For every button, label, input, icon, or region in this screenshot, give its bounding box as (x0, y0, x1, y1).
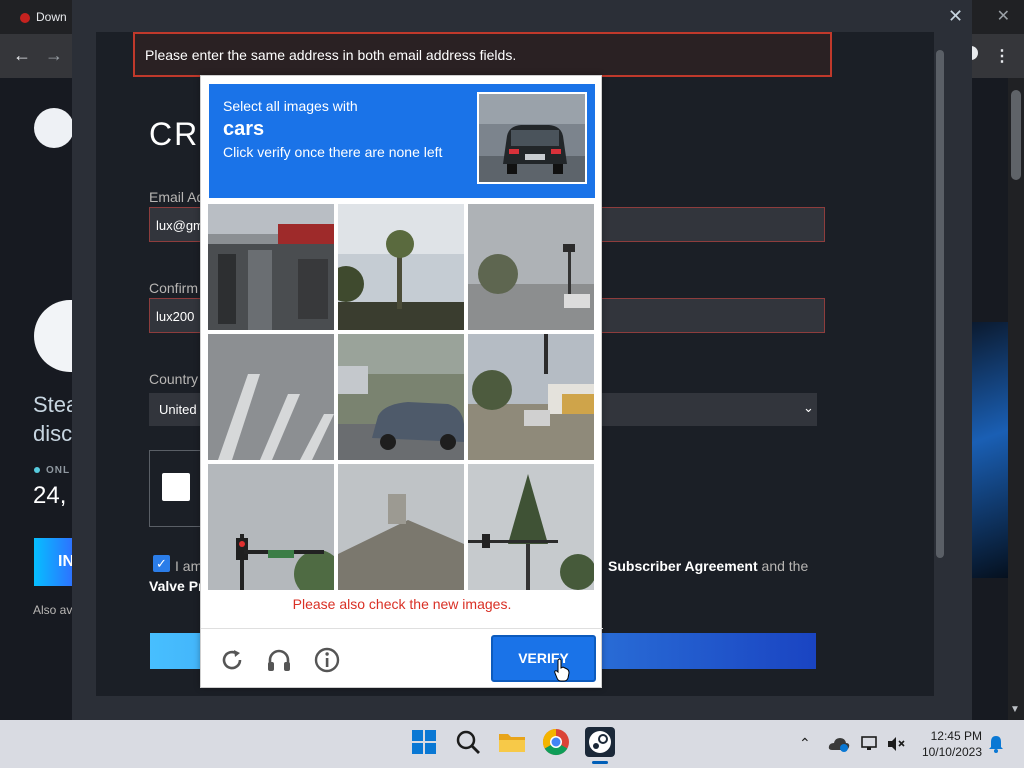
privacy-policy-link[interactable]: Valve Pr (149, 578, 204, 594)
image-tile-1[interactable] (208, 204, 334, 330)
agree-checkbox[interactable]: ✓ (153, 555, 170, 572)
forward-button[interactable]: → (44, 45, 64, 66)
email-mismatch-error: Please enter the same address in both em… (133, 32, 832, 77)
sample-image (477, 92, 587, 184)
recaptcha-header: Select all images with cars Click verify… (209, 84, 595, 198)
back-button[interactable]: ← (12, 45, 32, 66)
tab-title: Down (36, 10, 67, 24)
start-icon[interactable] (408, 726, 440, 758)
search-icon[interactable] (452, 726, 484, 758)
active-app-indicator (592, 761, 608, 764)
email-label: Email Ad (149, 189, 205, 205)
recaptcha-error-message: Please also check the new images. (292, 596, 512, 612)
recaptcha-footer-divider (201, 628, 603, 629)
online-count: 24, (33, 482, 67, 509)
volume-icon[interactable] (886, 735, 906, 753)
recaptcha-challenge: Select all images with cars Click verify… (200, 75, 603, 688)
online-label: ONL (46, 465, 71, 476)
captcha-checkbox[interactable] (162, 473, 190, 501)
info-icon[interactable] (313, 646, 341, 674)
steam-logo-icon[interactable] (34, 108, 74, 148)
target-object: cars (223, 118, 265, 140)
modal-close-button[interactable]: ✕ (948, 6, 963, 27)
steam-icon[interactable] (584, 726, 616, 758)
modal-scrollbar-thumb[interactable] (936, 50, 944, 558)
scroll-down-arrow-icon[interactable]: ▼ (1010, 704, 1020, 715)
page-scrollbar-thumb[interactable] (1011, 90, 1021, 180)
image-tile-2[interactable] (338, 204, 464, 330)
image-tile-4[interactable] (208, 334, 334, 460)
onedrive-icon[interactable] (828, 736, 850, 752)
subscriber-agreement-link[interactable]: Subscriber Agreement (608, 558, 758, 574)
agree-text-prefix: I am (175, 558, 203, 574)
image-tile-9[interactable] (468, 464, 594, 590)
tab-favicon-icon (20, 12, 30, 23)
verify-button[interactable]: VERIFY (491, 635, 596, 682)
image-tile-5[interactable] (338, 334, 464, 460)
promo-image (972, 322, 1008, 578)
audio-challenge-icon[interactable] (265, 646, 293, 674)
image-tile-6[interactable] (468, 334, 594, 460)
clock-date[interactable]: 10/10/2023 (916, 745, 982, 759)
chevron-down-icon[interactable]: ⌄ (803, 400, 814, 416)
image-tile-7[interactable] (208, 464, 334, 590)
confirm-email-label: Confirm (149, 280, 199, 296)
country-label: Country (149, 371, 199, 387)
hand-cursor-icon (554, 658, 570, 682)
install-steam-button[interactable]: IN (34, 538, 72, 586)
image-tile-8[interactable] (338, 464, 464, 590)
instruction-line1: Select all images with (223, 98, 358, 114)
online-status: ONL (34, 465, 70, 476)
agree-and-the: and the (757, 558, 809, 574)
file-explorer-icon[interactable] (496, 726, 528, 758)
notification-bell-icon[interactable] (988, 735, 1004, 753)
image-tile-3[interactable] (468, 204, 594, 330)
online-dot-icon (34, 467, 40, 474)
browser-tab[interactable]: Down (8, 4, 72, 34)
chrome-icon[interactable] (540, 726, 572, 758)
image-grid (208, 204, 596, 592)
also-available-text: Also av (33, 603, 73, 617)
desktop-screen: Down ✕ ← → ⋮ Stea discu ONL 24, IN Also … (0, 0, 1024, 768)
instruction-line2: Click verify once there are none left (223, 144, 443, 160)
browser-menu-button[interactable]: ⋮ (994, 46, 1010, 66)
chevron-up-icon[interactable]: ⌃ (799, 735, 811, 752)
clock-time[interactable]: 12:45 PM (930, 729, 982, 743)
window-close-button[interactable]: ✕ (997, 6, 1010, 26)
network-icon[interactable] (860, 735, 880, 753)
reload-icon[interactable] (218, 646, 246, 674)
agree-text-suffix: Subscriber Agreement and the (608, 558, 808, 574)
